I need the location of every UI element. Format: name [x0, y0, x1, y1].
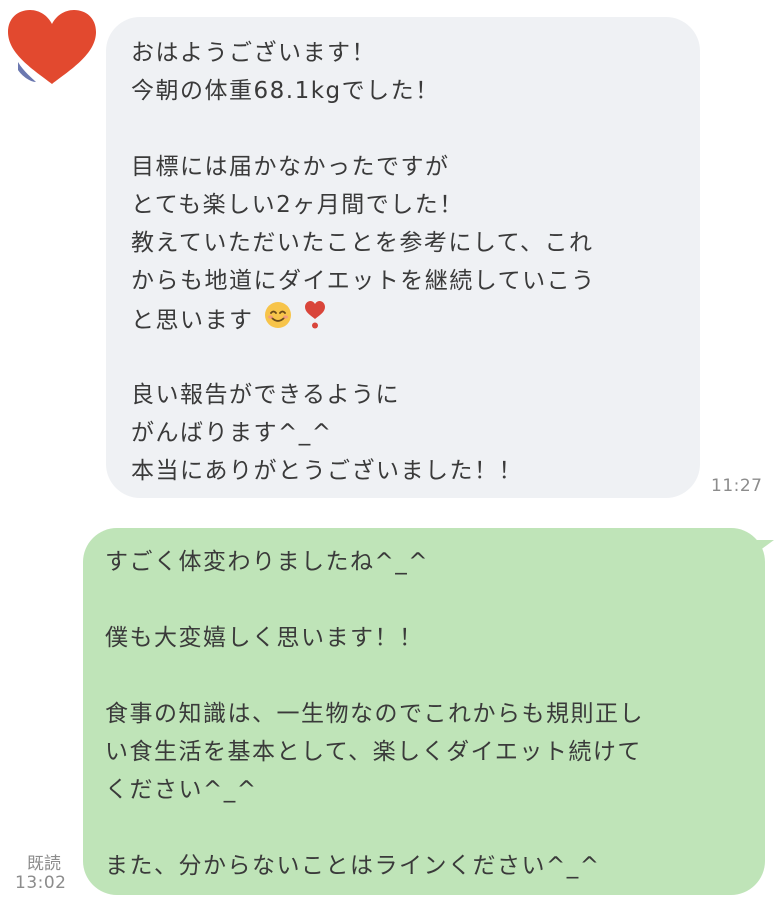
incoming-message-bubble[interactable]: おはようございます！ 今朝の体重68.1kgでした！ 目標には届かなかったですが…: [106, 17, 700, 498]
outgoing-line: 食事の知識は、一生物なのでこれからも規則正し: [105, 701, 644, 727]
heart-exclamation-icon: [303, 300, 327, 342]
heart-avatar-icon: [8, 10, 96, 84]
outgoing-blank-line: [105, 809, 751, 847]
incoming-line: 今朝の体重68.1kgでした！: [131, 78, 440, 104]
incoming-line: がんばります^_^: [131, 420, 333, 446]
avatar[interactable]: [4, 6, 100, 86]
incoming-line: とても楽しい2ヶ月間でした！: [131, 192, 464, 218]
outgoing-line: い食生活を基本として、楽しくダイエット続けて: [105, 739, 642, 765]
outgoing-blank-line: [105, 657, 751, 695]
incoming-line: と思います: [131, 307, 254, 334]
incoming-line: 目標には届かなかったですが: [131, 154, 450, 180]
incoming-timestamp: 11:27: [711, 476, 763, 496]
incoming-blank-line: [131, 338, 682, 376]
outgoing-line: また、分からないことはラインください^_^: [105, 853, 601, 879]
outgoing-line: 僕も大変嬉しく思います！！: [105, 625, 424, 651]
incoming-line-with-emoji: と思います: [131, 300, 682, 338]
outgoing-message-bubble[interactable]: すごく体変わりましたね^_^ 僕も大変嬉しく思います！！ 食事の知識は、一生物な…: [83, 528, 765, 895]
outgoing-line: すごく体変わりましたね^_^: [105, 549, 430, 575]
outgoing-line: ください^_^: [105, 777, 258, 803]
incoming-blank-line: [131, 110, 682, 148]
smiling-face-icon: [264, 301, 292, 341]
incoming-line: からも地道にダイエットを継続していこう: [131, 268, 596, 294]
outgoing-blank-line: [105, 581, 751, 619]
incoming-line: 教えていただいたことを参考にして、これ: [131, 230, 594, 256]
incoming-line: 本当にありがとうございました！！: [131, 458, 523, 484]
incoming-line: おはようございます！: [131, 40, 376, 66]
outgoing-timestamp: 13:02: [15, 873, 67, 893]
read-status-label: 既読: [27, 854, 61, 874]
incoming-line: 良い報告ができるように: [131, 382, 401, 408]
